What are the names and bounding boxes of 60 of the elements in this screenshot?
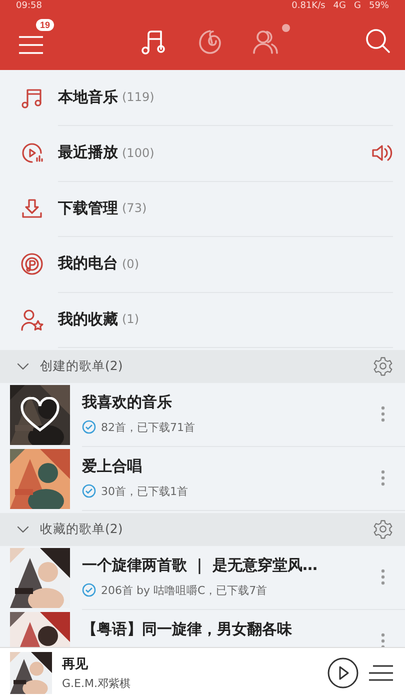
search-button[interactable] bbox=[365, 28, 391, 54]
battery-level: 59% bbox=[368, 0, 389, 12]
search-icon bbox=[365, 28, 391, 54]
item-count: (1) bbox=[122, 312, 140, 326]
menu-label: 我的收藏 bbox=[58, 310, 118, 329]
settings-icon bbox=[373, 519, 393, 539]
play-icon bbox=[327, 657, 359, 689]
item-count: (0) bbox=[122, 256, 140, 271]
network-type: 4G bbox=[333, 0, 346, 12]
menu-icon bbox=[18, 35, 44, 55]
play-circle-icon bbox=[20, 141, 44, 166]
menu-label: 我的电台 bbox=[58, 254, 118, 274]
menu-label: 下载管理 bbox=[58, 198, 118, 218]
radio-icon bbox=[20, 252, 44, 276]
more-icon bbox=[381, 568, 385, 584]
playlist-info: 30首，已下载1首 bbox=[101, 484, 188, 498]
settings-button[interactable] bbox=[373, 519, 393, 539]
section-header[interactable]: 收藏的歌单(2) bbox=[0, 512, 405, 546]
network-speed: 0.81K/s bbox=[292, 0, 326, 12]
playlist-button[interactable] bbox=[369, 663, 393, 683]
playlist-info: 82首，已下载71首 bbox=[101, 420, 195, 434]
more-icon bbox=[381, 470, 385, 486]
download-icon bbox=[20, 196, 44, 221]
menu-item[interactable]: 我的收藏 (1) bbox=[0, 292, 405, 348]
item-count: (100) bbox=[122, 146, 156, 160]
list-icon bbox=[369, 663, 393, 683]
more-icon bbox=[381, 632, 385, 647]
menu-item[interactable]: 最近播放 (100) bbox=[0, 126, 405, 181]
music-note-icon bbox=[140, 28, 168, 56]
network-type: G bbox=[354, 0, 361, 12]
item-count: (119) bbox=[122, 90, 156, 104]
item-count: (73) bbox=[122, 201, 148, 216]
menu-label: 本地音乐 bbox=[58, 88, 118, 107]
menu-item[interactable]: 本地音乐 (119) bbox=[0, 70, 405, 126]
menu-button[interactable]: 19 bbox=[18, 19, 54, 55]
playlist-info: 206首 by 咕噜咀嚼C，已下载7首 bbox=[101, 582, 268, 598]
more-icon bbox=[381, 406, 385, 422]
playlist-title: 爱上合唱 bbox=[82, 456, 143, 476]
settings-icon bbox=[373, 356, 393, 376]
status-time: 09:58 bbox=[16, 0, 42, 12]
artist-name: G.E.M.邓紫棋 bbox=[62, 676, 132, 691]
player-bar[interactable]: 再见 G.E.M.邓紫棋 bbox=[0, 647, 405, 698]
playlist-row[interactable]: 爱上合唱 30首，已下载1首 bbox=[0, 446, 405, 510]
playlist-row[interactable]: 一个旋律两首歌 ｜ 是无意穿堂风… 206首 by 咕噜咀嚼C，已下载7首 bbox=[0, 546, 405, 610]
section-title: 创建的歌单(2) bbox=[40, 358, 124, 374]
people-icon bbox=[252, 28, 280, 56]
menu-item[interactable]: 下载管理 (73) bbox=[0, 181, 405, 236]
notification-badge: 19 bbox=[36, 19, 54, 31]
section-title: 收藏的歌单(2) bbox=[40, 520, 124, 538]
playlist-title: 我喜欢的音乐 bbox=[82, 392, 173, 412]
section-header[interactable]: 创建的歌单(2) bbox=[0, 350, 405, 382]
playlist-title: 一个旋律两首歌 ｜ 是无意穿堂风… bbox=[82, 556, 318, 574]
song-title: 再见 bbox=[62, 656, 89, 673]
user-star-icon bbox=[20, 308, 44, 332]
playlist-row[interactable]: 我喜欢的音乐 82首，已下载71首 bbox=[0, 382, 405, 446]
settings-button[interactable] bbox=[373, 356, 393, 376]
menu-item[interactable]: 我的电台 (0) bbox=[0, 236, 405, 292]
menu-label: 最近播放 bbox=[58, 143, 118, 162]
playlist-title: 【粤语】同一旋律，男女翻各味 bbox=[82, 620, 293, 638]
play-button[interactable] bbox=[327, 657, 359, 689]
